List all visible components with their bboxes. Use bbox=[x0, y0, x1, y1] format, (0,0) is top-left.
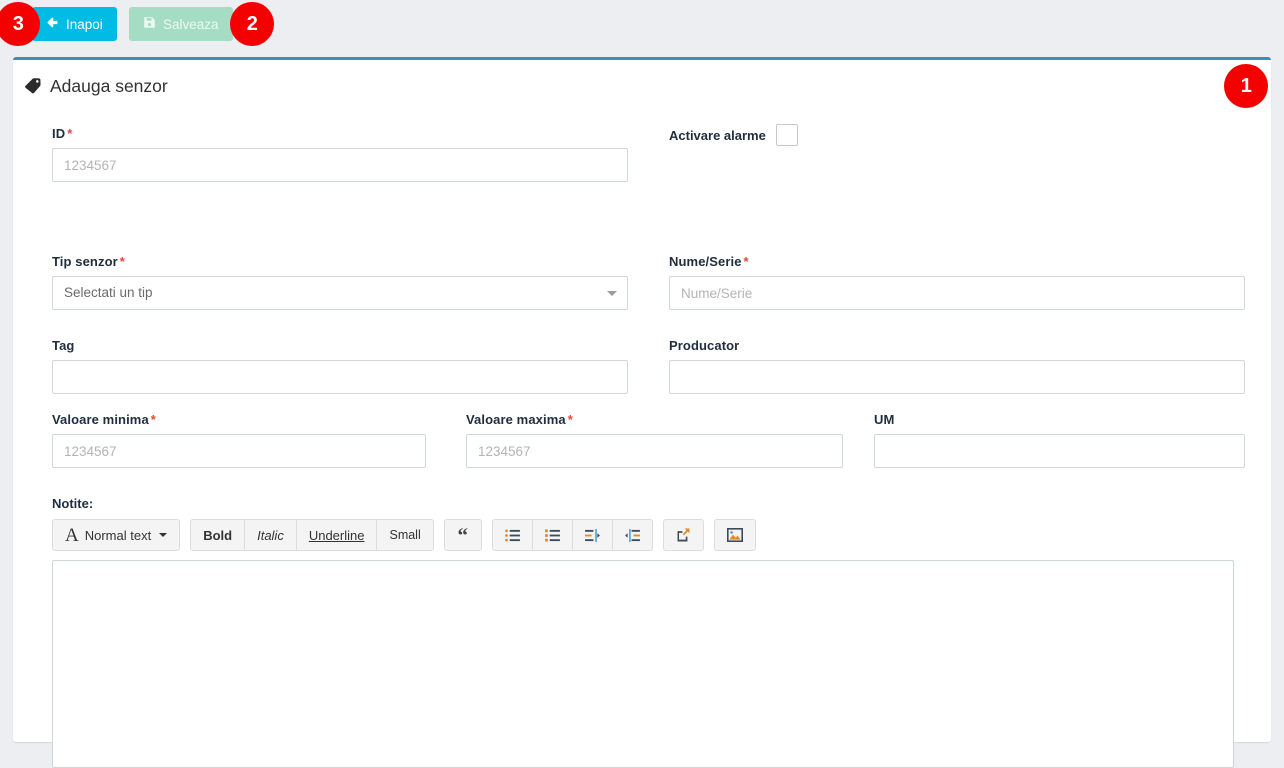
field-id-label: ID * bbox=[52, 126, 628, 141]
annotation-badge-1: 1 bbox=[1224, 64, 1268, 108]
style-dropdown-button[interactable]: A Normal text bbox=[52, 519, 181, 551]
field-id: ID * bbox=[52, 126, 628, 182]
page-title: Adauga senzor bbox=[25, 76, 168, 97]
tip-senzor-select[interactable]: Selectati un tip bbox=[52, 276, 628, 310]
field-id-required: * bbox=[67, 126, 73, 141]
notite-editor-area[interactable] bbox=[52, 560, 1234, 768]
letter-a-icon: A bbox=[65, 524, 79, 546]
indent-button[interactable] bbox=[611, 519, 653, 551]
field-nume-serie-label-text: Nume/Serie bbox=[669, 254, 742, 269]
nume-serie-input[interactable] bbox=[669, 276, 1245, 310]
save-button-label: Salveaza bbox=[163, 16, 219, 32]
field-um-label: UM bbox=[874, 412, 895, 427]
back-button[interactable]: Inapoi bbox=[32, 7, 117, 41]
tip-senzor-select-value: Selectati un tip bbox=[52, 276, 628, 310]
field-nume-serie-label: Nume/Serie * bbox=[669, 254, 1245, 269]
top-action-bar: Inapoi Salveaza bbox=[0, 0, 1284, 55]
field-producator: Producator bbox=[669, 338, 1245, 394]
field-valoare-minima-required: * bbox=[150, 412, 156, 427]
field-valoare-maxima-label: Valoare maxima * bbox=[466, 412, 843, 427]
underline-button[interactable]: Underline bbox=[295, 519, 378, 551]
page-title-text: Adauga senzor bbox=[50, 76, 168, 96]
tag-icon bbox=[25, 78, 42, 95]
bold-button[interactable]: Bold bbox=[190, 519, 246, 551]
form-row-id: ID* Activare alarme bbox=[52, 115, 1234, 187]
field-notite-label: Notite: bbox=[52, 496, 94, 511]
field-valoare-minima-label-text: Valoare minima bbox=[52, 412, 149, 427]
link-button[interactable] bbox=[662, 519, 704, 551]
annotation-badge-2: 2 bbox=[230, 2, 274, 46]
field-tip-senzor: Tip senzor * Selectati un tip bbox=[52, 254, 628, 310]
field-activare-alarme-label: Activare alarme bbox=[669, 127, 766, 143]
unordered-list-icon bbox=[504, 528, 520, 542]
outdent-button[interactable] bbox=[571, 519, 613, 551]
arrow-left-icon bbox=[46, 16, 59, 32]
field-producator-label: Producator bbox=[669, 338, 740, 353]
editor-blockquote-group: “ bbox=[443, 519, 482, 551]
field-valoare-maxima: Valoare maxima * bbox=[466, 412, 843, 468]
um-input[interactable] bbox=[874, 434, 1245, 468]
annotation-badge-2-label: 2 bbox=[246, 12, 258, 35]
style-dropdown-label: Normal text bbox=[84, 527, 152, 543]
ordered-list-icon bbox=[544, 528, 560, 542]
producator-input[interactable] bbox=[669, 360, 1245, 394]
tag-input[interactable] bbox=[52, 360, 628, 394]
field-valoare-minima-label: Valoare minima * bbox=[52, 412, 426, 427]
field-id-label-text: ID bbox=[52, 126, 66, 141]
italic-button[interactable]: Italic bbox=[244, 519, 297, 551]
image-button[interactable] bbox=[713, 519, 756, 551]
field-tip-senzor-label-text: Tip senzor bbox=[52, 254, 118, 269]
field-valoare-maxima-required: * bbox=[567, 412, 573, 427]
form-row-tag: Tag Producator bbox=[52, 338, 1245, 410]
form-row-type: Tip senzor * Selectati un tip Nume/Serie * bbox=[52, 254, 1245, 326]
small-button[interactable]: Small bbox=[376, 519, 434, 551]
back-button-label: Inapoi bbox=[66, 16, 103, 32]
annotation-badge-1-label: 1 bbox=[1240, 74, 1252, 97]
save-button[interactable]: Salveaza bbox=[129, 7, 233, 41]
id-input[interactable] bbox=[52, 148, 628, 182]
field-nume-serie: Nume/Serie * bbox=[669, 254, 1245, 310]
activare-alarme-checkbox[interactable] bbox=[775, 124, 798, 146]
field-nume-serie-required: * bbox=[743, 254, 749, 269]
unordered-list-button[interactable] bbox=[491, 519, 533, 551]
field-activare-alarme: Activare alarme bbox=[669, 124, 798, 146]
sensor-form-panel: Adauga senzor ID* Activare alarme Tip se… bbox=[13, 57, 1271, 768]
link-icon bbox=[676, 528, 691, 542]
editor-list-group bbox=[491, 519, 653, 551]
valoare-maxima-input[interactable] bbox=[466, 434, 843, 468]
editor-format-group: Bold Italic Underline Small bbox=[190, 519, 434, 551]
form-row-values: Valoare minima* Valoare maxima* UM bbox=[52, 412, 1245, 484]
field-tip-senzor-required: * bbox=[119, 254, 125, 269]
indent-icon bbox=[624, 528, 640, 542]
field-tag: Tag bbox=[52, 338, 628, 394]
editor-link-group bbox=[662, 519, 704, 551]
image-icon bbox=[726, 528, 743, 542]
quote-icon: “ bbox=[457, 522, 469, 547]
form-row-notes: Notite: A Normal text Bold Italic Underl… bbox=[52, 496, 1234, 768]
annotation-badge-3-label: 3 bbox=[12, 12, 24, 35]
field-tag-label: Tag bbox=[52, 338, 75, 353]
chevron-down-icon bbox=[159, 533, 168, 537]
field-valoare-minima: Valoare minima * bbox=[52, 412, 426, 468]
field-tip-senzor-label: Tip senzor * bbox=[52, 254, 628, 269]
editor-toolbar: A Normal text Bold Italic Underline Smal… bbox=[52, 519, 1234, 551]
valoare-minima-input[interactable] bbox=[52, 434, 426, 468]
field-valoare-maxima-label-text: Valoare maxima bbox=[466, 412, 566, 427]
floppy-save-icon bbox=[143, 16, 156, 32]
outdent-icon bbox=[584, 528, 600, 542]
field-um: UM bbox=[874, 412, 1245, 468]
editor-image-group bbox=[713, 519, 756, 551]
editor-style-group: A Normal text bbox=[52, 519, 181, 551]
blockquote-button[interactable]: “ bbox=[443, 519, 482, 551]
ordered-list-button[interactable] bbox=[531, 519, 573, 551]
